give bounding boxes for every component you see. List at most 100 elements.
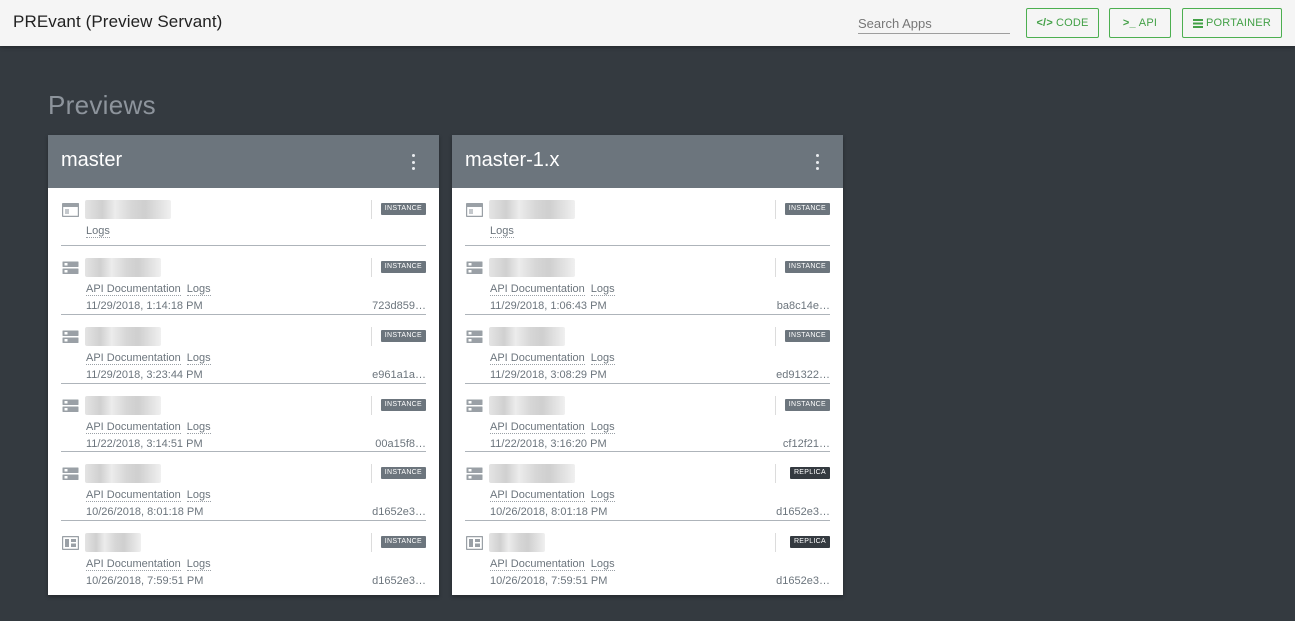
service-timestamp: 10/26/2018, 8:01:18 PM [490, 506, 608, 518]
server-icon [466, 330, 483, 343]
service-links: API Documentation Logs [490, 558, 621, 571]
logs-link[interactable]: Logs [186, 283, 211, 296]
service-name-redacted [489, 396, 565, 415]
service-row: INSTANCE API Documentation Logs 10/26/2018,… [61, 521, 426, 590]
service-type-badge: INSTANCE [380, 203, 426, 215]
service-links: API Documentation Logs [86, 558, 217, 571]
service-type-badge: INSTANCE [380, 399, 426, 411]
logs-link[interactable]: Logs [590, 283, 615, 296]
service-links: API Documentation Logs [490, 283, 621, 296]
service-links: Logs [490, 225, 520, 238]
service-name-redacted [489, 533, 545, 552]
server-icon [466, 467, 483, 480]
api-documentation-link[interactable]: API Documentation [86, 558, 181, 571]
service-row: INSTANCE API Documentation Logs 11/22/2018,… [465, 384, 830, 452]
api-documentation-link[interactable]: API Documentation [490, 421, 585, 434]
service-type-badge: INSTANCE [784, 399, 830, 411]
service-type-badge: REPLICA [789, 467, 830, 479]
service-links: API Documentation Logs [86, 421, 217, 434]
service-name-redacted [489, 258, 575, 277]
api-button-label: API [1138, 17, 1158, 29]
server-icon [466, 261, 483, 274]
service-version-hash: d1652e3… [372, 506, 426, 518]
service-version-hash: d1652e3… [372, 575, 426, 587]
service-timestamp: 10/26/2018, 8:01:18 PM [86, 506, 204, 518]
service-name-redacted [85, 258, 161, 277]
service-links: Logs [86, 225, 116, 238]
service-links: API Documentation Logs [490, 421, 621, 434]
service-name-redacted [489, 200, 575, 219]
preview-card: master INSTANCE Logs INSTANCE API Documentat… [48, 135, 439, 595]
logs-link[interactable]: Logs [490, 225, 514, 238]
service-list: INSTANCE Logs INSTANCE API Documentation Log… [465, 188, 830, 590]
service-type-badge: INSTANCE [784, 330, 830, 342]
api-documentation-link[interactable]: API Documentation [490, 352, 585, 365]
service-name-redacted [489, 464, 575, 483]
logs-link[interactable]: Logs [186, 558, 211, 571]
service-row: INSTANCE API Documentation Logs 10/26/2018,… [61, 452, 426, 521]
logs-link[interactable]: Logs [590, 352, 615, 365]
logs-link[interactable]: Logs [186, 421, 211, 434]
service-timestamp: 10/26/2018, 7:59:51 PM [86, 575, 204, 587]
service-timestamp: 11/29/2018, 3:23:44 PM [86, 369, 203, 381]
code-button[interactable]: </> Code [1026, 8, 1099, 38]
service-type-badge: INSTANCE [380, 261, 426, 273]
service-name-redacted [85, 200, 171, 219]
card-header: master [48, 135, 439, 188]
api-documentation-link[interactable]: API Documentation [490, 489, 585, 502]
logs-link[interactable]: Logs [86, 225, 110, 238]
service-links: API Documentation Logs [86, 489, 217, 502]
code-button-label: Code [1055, 17, 1089, 29]
app-title[interactable]: PREvant (Preview Servant) [13, 12, 222, 32]
service-type-badge: INSTANCE [380, 467, 426, 479]
api-documentation-link[interactable]: API Documentation [86, 489, 181, 502]
service-timestamp: 11/22/2018, 3:16:20 PM [490, 438, 607, 450]
more-vert-icon[interactable] [407, 154, 419, 170]
api-documentation-link[interactable]: API Documentation [86, 421, 181, 434]
service-row: INSTANCE API Documentation Logs 11/29/2018,… [465, 246, 830, 315]
search-input[interactable] [858, 13, 1010, 34]
service-version-hash: 723d859… [372, 300, 426, 312]
api-documentation-link[interactable]: API Documentation [490, 558, 585, 571]
service-timestamp: 11/29/2018, 1:14:18 PM [86, 300, 203, 312]
server-icon [466, 399, 483, 412]
service-type-badge: INSTANCE [380, 330, 426, 342]
logs-link[interactable]: Logs [186, 489, 211, 502]
dashboard-icon [62, 536, 79, 550]
server-icon [62, 467, 79, 480]
portainer-button-label: Portainer [1206, 17, 1271, 29]
api-documentation-link[interactable]: API Documentation [490, 283, 585, 296]
logs-link[interactable]: Logs [590, 558, 615, 571]
service-version-hash: ed91322… [776, 369, 830, 381]
logs-link[interactable]: Logs [186, 352, 211, 365]
api-button[interactable]: >_ API [1109, 8, 1171, 38]
service-type-badge: REPLICA [789, 536, 830, 548]
service-timestamp: 11/29/2018, 3:08:29 PM [490, 369, 607, 381]
card-title: master [61, 149, 123, 171]
service-links: API Documentation Logs [86, 283, 217, 296]
service-row: INSTANCE API Documentation Logs 11/29/2018,… [465, 315, 830, 384]
service-version-hash: ba8c14e… [776, 300, 830, 312]
logs-link[interactable]: Logs [590, 489, 615, 502]
portainer-button[interactable]: Portainer [1182, 8, 1282, 38]
service-name-redacted [85, 533, 141, 552]
service-type-badge: INSTANCE [784, 261, 830, 273]
more-vert-icon[interactable] [811, 154, 823, 170]
logs-link[interactable]: Logs [590, 421, 615, 434]
server-icon [62, 330, 79, 343]
dashboard-icon [466, 536, 483, 550]
service-row: INSTANCE Logs [465, 188, 830, 246]
section-title: Previews [48, 90, 156, 120]
service-name-redacted [85, 464, 161, 483]
api-documentation-link[interactable]: API Documentation [86, 283, 181, 296]
service-timestamp: 10/26/2018, 7:59:51 PM [490, 575, 608, 587]
service-version-hash: cf12f21… [782, 438, 830, 450]
service-name-redacted [85, 396, 161, 415]
server-icon [62, 261, 79, 274]
api-documentation-link[interactable]: API Documentation [86, 352, 181, 365]
service-links: API Documentation Logs [490, 489, 621, 502]
card-title: master-1.x [465, 149, 560, 171]
service-list: INSTANCE Logs INSTANCE API Documentation Log… [61, 188, 426, 590]
code-icon: </> [1036, 17, 1053, 29]
service-row: INSTANCE Logs [61, 188, 426, 246]
